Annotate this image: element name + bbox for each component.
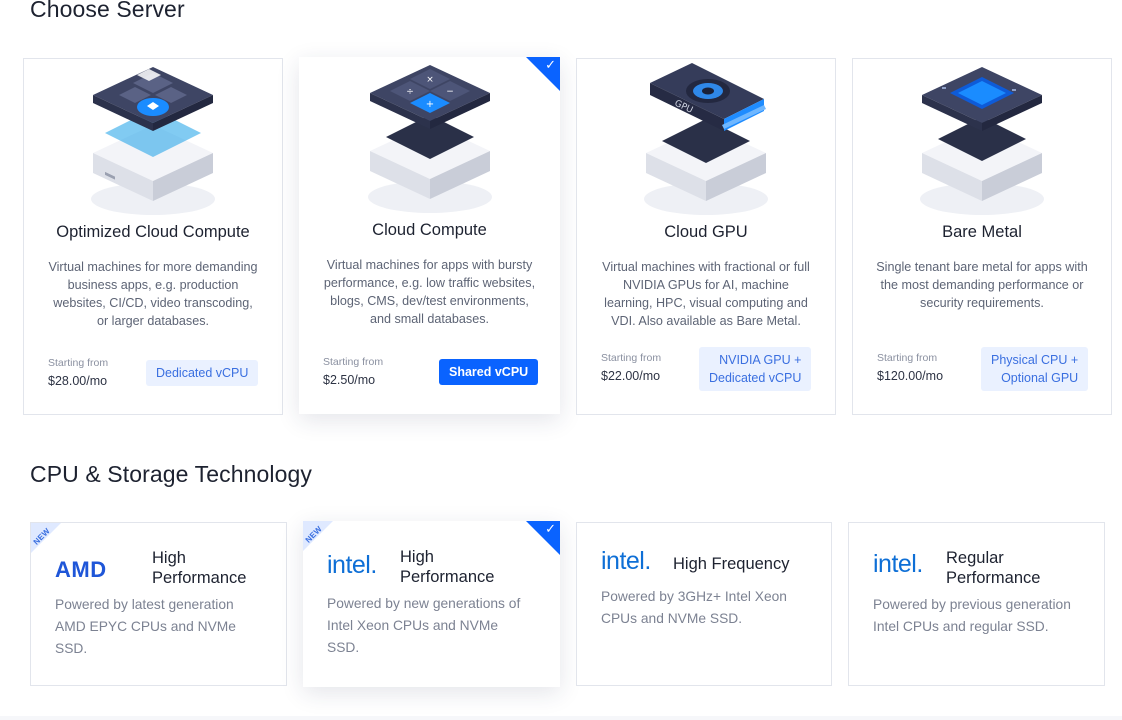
gpu-server-icon: GPU	[644, 63, 768, 215]
calculator-server-icon: × ÷ − +	[367, 65, 492, 213]
new-badge: NEW	[31, 523, 61, 553]
cpu-type-tag: Shared vCPU	[439, 359, 539, 385]
server-price: $120.00/mo	[877, 369, 944, 383]
starting-from-label: Starting from	[323, 356, 384, 368]
server-name: Optimized Cloud Compute	[56, 223, 250, 241]
svg-text:×: ×	[426, 75, 434, 85]
cpu-type-tag-line1: Physical CPU +	[991, 353, 1079, 367]
amd-logo: AMD	[55, 557, 107, 582]
server-description: Virtual machines with fractional or full…	[602, 260, 810, 328]
choose-server-heading: Choose Server	[30, 0, 185, 22]
tech-description: Powered by new generations of Intel Xeon …	[327, 596, 521, 655]
tech-card-intel-high-frequency[interactable]: intel. High Frequency Powered by 3GHz+ I…	[576, 522, 832, 686]
bare-metal-server-icon	[920, 67, 1044, 215]
server-name: Bare Metal	[942, 223, 1022, 241]
server-name: Cloud GPU	[664, 223, 748, 241]
selected-check-icon: ✓	[526, 57, 560, 91]
intel-logo: intel.	[601, 547, 651, 575]
server-card-bare-metal[interactable]: Bare Metal Single tenant bare metal for …	[852, 58, 1112, 415]
cpu-type-tag: NVIDIA GPU + Dedicated vCPU	[699, 347, 812, 391]
server-description: Virtual machines for apps with bursty pe…	[323, 258, 536, 326]
server-price: $2.50/mo	[323, 373, 376, 387]
cpu-type-tag-line1: NVIDIA GPU +	[719, 353, 802, 367]
tech-name: High Frequency	[673, 555, 790, 573]
server-description: Virtual machines for more demanding busi…	[48, 260, 258, 328]
cpu-type-tag: Physical CPU + Optional GPU	[981, 347, 1089, 391]
starting-from-label: Starting from	[877, 352, 938, 364]
server-card-cloud-compute[interactable]: × ÷ − + ✓ Cloud Compute Virtual machines…	[299, 57, 560, 414]
svg-text:+: +	[425, 99, 433, 110]
cpu-storage-heading: CPU & Storage Technology	[30, 461, 312, 487]
selected-check-icon: ✓	[526, 521, 560, 555]
server-price: $28.00/mo	[48, 374, 108, 388]
tech-name: Regular Performance	[946, 549, 1041, 587]
tech-description: Powered by latest generation AMD EPYC CPU…	[55, 597, 236, 656]
tech-name: High Performance	[152, 549, 247, 587]
tech-card-amd-high-performance[interactable]: NEW AMD High Performance Powered by lates…	[30, 522, 287, 686]
intel-logo: intel.	[327, 551, 377, 579]
server-card-optimized-cloud-compute[interactable]: Optimized Cloud Compute Virtual machines…	[23, 58, 283, 415]
tech-card-intel-regular-performance[interactable]: intel. Regular Performance Powered by pre…	[848, 522, 1105, 686]
chip-server-icon	[91, 67, 215, 215]
starting-from-label: Starting from	[601, 352, 662, 364]
svg-text:−: −	[446, 87, 454, 97]
cpu-type-tag-line2: Optional GPU	[1001, 371, 1079, 385]
starting-from-label: Starting from	[48, 357, 109, 369]
cpu-type-tag: Dedicated vCPU	[146, 360, 259, 386]
new-badge: NEW	[303, 521, 333, 551]
tech-description: Powered by 3GHz+ Intel Xeon CPUs and NVMe…	[601, 589, 787, 626]
tech-card-intel-high-performance[interactable]: NEW ✓ intel. High Performance Powered by …	[303, 521, 560, 687]
cpu-type-tag-line2: Dedicated vCPU	[709, 371, 802, 385]
intel-logo: intel.	[873, 550, 923, 578]
svg-text:÷: ÷	[406, 87, 414, 97]
server-card-cloud-gpu[interactable]: GPU Cloud GPU Virtual machines with frac…	[576, 58, 836, 415]
tech-name: High Performance	[400, 548, 495, 586]
tech-description: Powered by previous generation Intel CPUs…	[873, 597, 1071, 634]
server-name: Cloud Compute	[372, 221, 487, 239]
server-description: Single tenant bare metal for apps with t…	[876, 260, 1088, 310]
page-panel: Choose Server Optimized Cloud Compute Vi…	[0, 0, 1122, 716]
server-price: $22.00/mo	[601, 369, 661, 383]
